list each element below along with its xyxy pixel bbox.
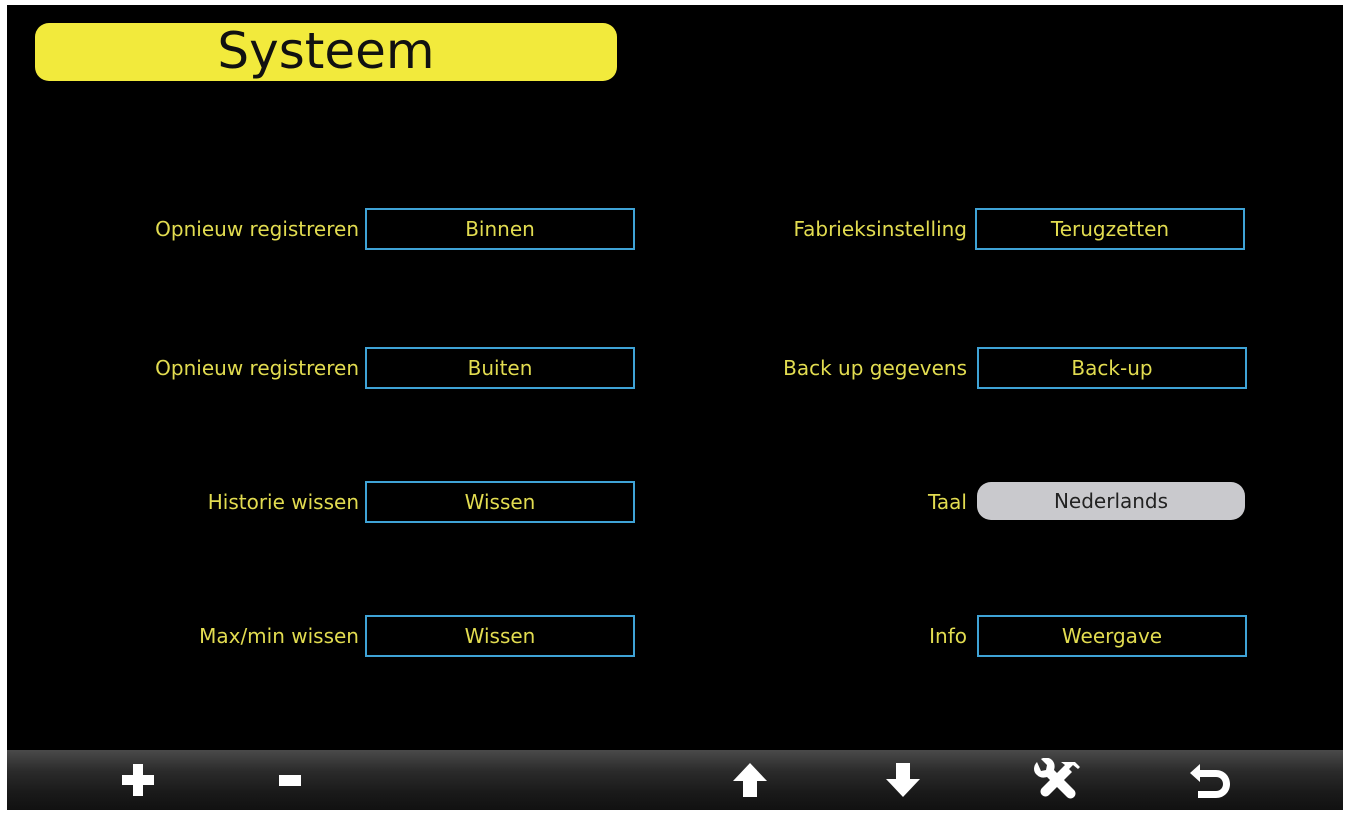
- arrow-down-button[interactable]: [863, 750, 943, 810]
- setting-row-language: Taal Nederlands: [647, 481, 1247, 523]
- reregister-indoor-button[interactable]: Binnen: [365, 208, 635, 250]
- minus-button[interactable]: [250, 750, 330, 810]
- tools-button[interactable]: [1017, 750, 1097, 810]
- setting-label: Opnieuw registreren: [155, 217, 359, 241]
- setting-label: Historie wissen: [207, 490, 359, 514]
- backup-button[interactable]: Back-up: [977, 347, 1247, 389]
- arrow-down-icon: [886, 763, 920, 797]
- clear-history-button[interactable]: Wissen: [365, 481, 635, 523]
- back-button[interactable]: [1170, 750, 1250, 810]
- back-icon: [1190, 764, 1230, 798]
- plus-button[interactable]: [98, 750, 178, 810]
- setting-label: Opnieuw registreren: [155, 356, 359, 380]
- setting-row-clear-maxmin: Max/min wissen Wissen: [7, 615, 635, 657]
- setting-row-clear-history: Historie wissen Wissen: [7, 481, 635, 523]
- tools-icon: [1034, 758, 1080, 799]
- setting-label: Info: [929, 624, 967, 648]
- info-display-button[interactable]: Weergave: [977, 615, 1247, 657]
- setting-row-reregister-outdoor: Opnieuw registreren Buiten: [7, 347, 635, 389]
- plus-icon: [122, 764, 154, 796]
- page-title: Systeem: [217, 22, 435, 80]
- setting-label: Max/min wissen: [199, 624, 359, 648]
- setting-row-backup: Back up gegevens Back-up: [647, 347, 1247, 389]
- setting-label: Taal: [928, 490, 967, 514]
- bottom-toolbar: [7, 750, 1343, 810]
- minus-icon: [279, 775, 301, 786]
- setting-row-factory-reset: Fabrieksinstelling Terugzetten: [647, 208, 1247, 250]
- setting-row-reregister-indoor: Opnieuw registreren Binnen: [7, 208, 635, 250]
- system-screen: Systeem Opnieuw registreren Binnen Opnie…: [7, 5, 1343, 810]
- arrow-up-button[interactable]: [710, 750, 790, 810]
- clear-maxmin-button[interactable]: Wissen: [365, 615, 635, 657]
- arrow-up-icon: [733, 763, 767, 797]
- setting-label: Fabrieksinstelling: [793, 217, 967, 241]
- language-select[interactable]: Nederlands: [977, 482, 1245, 520]
- title-banner: Systeem: [35, 23, 617, 81]
- factory-reset-button[interactable]: Terugzetten: [975, 208, 1245, 250]
- setting-row-info: Info Weergave: [647, 615, 1247, 657]
- setting-label: Back up gegevens: [783, 356, 967, 380]
- reregister-outdoor-button[interactable]: Buiten: [365, 347, 635, 389]
